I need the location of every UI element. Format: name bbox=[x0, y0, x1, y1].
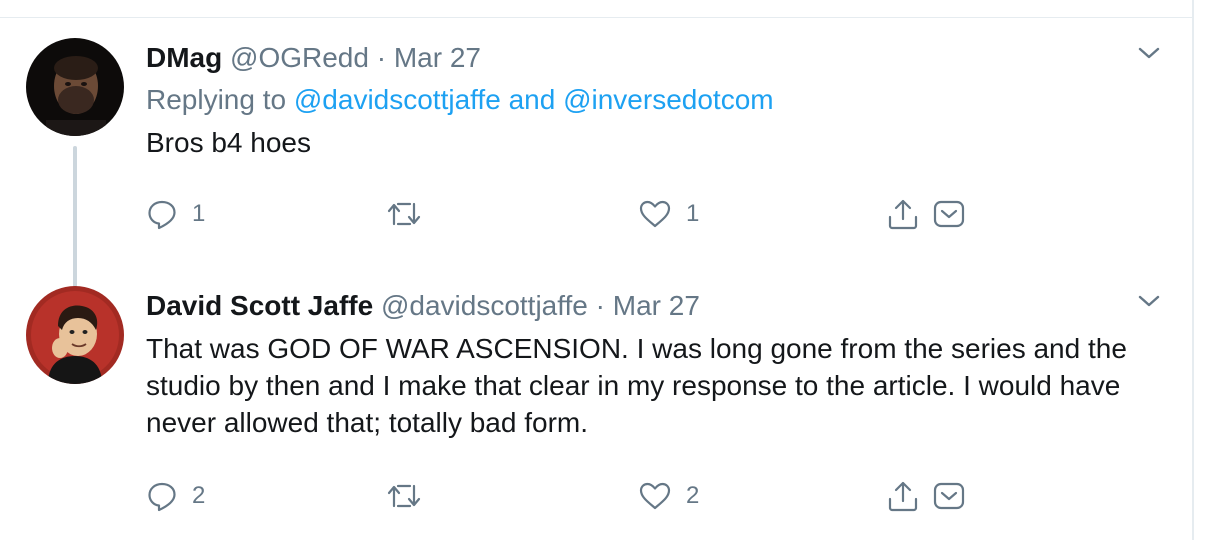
separator-dot: · bbox=[595, 290, 605, 321]
share-icon bbox=[886, 479, 920, 513]
display-name[interactable]: DMag bbox=[146, 42, 222, 73]
tweet-actions: 1 1 bbox=[146, 194, 976, 234]
reply-count: 2 bbox=[192, 482, 206, 509]
mention-link[interactable]: @inversedotcom bbox=[563, 84, 774, 115]
share-button[interactable] bbox=[886, 476, 920, 516]
heart-icon bbox=[638, 198, 672, 230]
replying-to-line: Replying to @davidscottjaffe and @invers… bbox=[146, 82, 774, 118]
user-handle[interactable]: @OGRedd bbox=[230, 42, 369, 73]
tweet-header: DMag @OGRedd · Mar 27 bbox=[146, 40, 481, 76]
reply-icon bbox=[146, 480, 178, 512]
dm-button[interactable] bbox=[932, 476, 966, 516]
user-handle[interactable]: @davidscottjaffe bbox=[381, 290, 588, 321]
heart-icon bbox=[638, 480, 672, 512]
tweet-text: That was GOD OF WAR ASCENSION. I was lon… bbox=[146, 333, 1127, 438]
chevron-down-icon[interactable] bbox=[1134, 286, 1164, 316]
replying-to-label: Replying to bbox=[146, 84, 287, 115]
tweet[interactable]: David Scott Jaffe @davidscottjaffe · Mar… bbox=[0, 276, 1192, 540]
retweet-button[interactable] bbox=[386, 476, 436, 516]
retweet-button[interactable] bbox=[386, 194, 436, 234]
mention-link[interactable]: @davidscottjaffe bbox=[294, 84, 501, 115]
thread-connector-line bbox=[73, 146, 77, 294]
tweet[interactable]: DMag @OGRedd · Mar 27 Replying to @david… bbox=[0, 18, 1192, 294]
share-button[interactable] bbox=[886, 194, 920, 234]
reply-icon bbox=[146, 198, 178, 230]
cartoon-avatar-icon bbox=[26, 286, 124, 384]
tweet-date[interactable]: Mar 27 bbox=[394, 42, 481, 73]
tweet-text: Bros b4 hoes bbox=[146, 127, 311, 158]
avatar[interactable] bbox=[26, 38, 124, 136]
tweet-header: David Scott Jaffe @davidscottjaffe · Mar… bbox=[146, 288, 700, 324]
message-icon bbox=[932, 479, 966, 513]
tweet-date[interactable]: Mar 27 bbox=[613, 290, 700, 321]
message-icon bbox=[932, 197, 966, 231]
separator-dot: · bbox=[376, 42, 387, 73]
share-icon bbox=[886, 197, 920, 231]
like-count: 1 bbox=[686, 200, 700, 227]
timeline-right-border bbox=[1192, 0, 1194, 540]
user-avatar-photo-icon bbox=[26, 38, 124, 136]
retweet-icon bbox=[386, 198, 422, 230]
chevron-down-icon[interactable] bbox=[1134, 38, 1164, 68]
reply-count: 1 bbox=[192, 200, 206, 227]
like-button[interactable]: 1 bbox=[638, 194, 699, 234]
like-button[interactable]: 2 bbox=[638, 476, 699, 516]
reply-button[interactable]: 2 bbox=[146, 476, 205, 516]
replying-joiner: and bbox=[508, 84, 556, 115]
tweet-actions: 2 2 bbox=[146, 476, 976, 516]
reply-button[interactable]: 1 bbox=[146, 194, 205, 234]
dm-button[interactable] bbox=[932, 194, 966, 234]
display-name[interactable]: David Scott Jaffe bbox=[146, 290, 373, 321]
avatar[interactable] bbox=[26, 286, 124, 384]
like-count: 2 bbox=[686, 482, 700, 509]
retweet-icon bbox=[386, 480, 422, 512]
